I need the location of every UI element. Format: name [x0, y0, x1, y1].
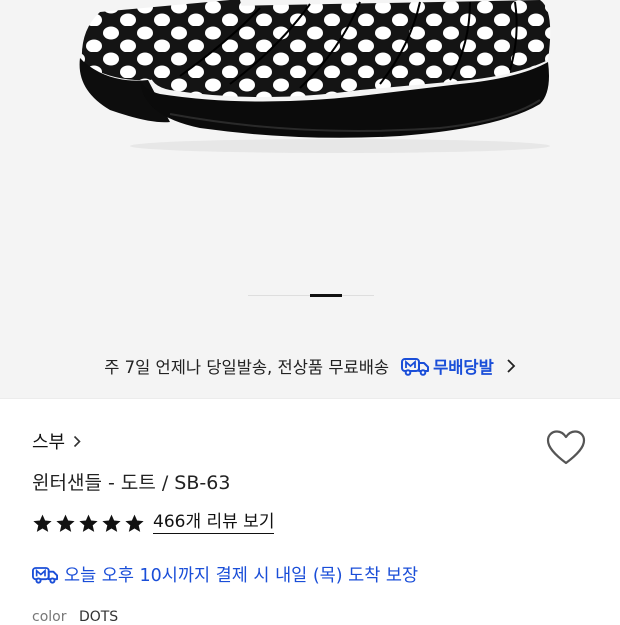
option-label: color — [32, 609, 67, 625]
truck-icon — [401, 358, 430, 376]
star-icon — [56, 514, 75, 532]
delivery-banner-text: 주 7일 언제나 당일발송, 전상품 무료배송 — [104, 358, 390, 377]
review-link[interactable]: 466개 리뷰 보기 — [153, 512, 275, 534]
product-image — [79, 0, 551, 153]
star-icon — [125, 514, 144, 532]
truck-icon — [32, 567, 58, 584]
star-icon — [33, 514, 52, 532]
chevron-right-icon — [507, 359, 516, 373]
chevron-right-icon — [74, 435, 81, 447]
wishlist-heart-icon[interactable] — [546, 430, 586, 466]
carousel-indicator-active — [310, 294, 342, 297]
brand-name: 스부 — [32, 432, 66, 453]
section-divider — [0, 398, 620, 399]
arrival-text: 오늘 오후 10시까지 결제 시 내일 (목) 도착 보장 — [64, 566, 419, 586]
free-delivery-badge-label: 무배당발 — [433, 358, 494, 377]
brand-link[interactable]: 스부 — [32, 428, 81, 454]
rating-row[interactable]: 466개 리뷰 보기 — [32, 512, 275, 534]
product-image-carousel[interactable]: 주 7일 언제나 당일발송, 전상품 무료배송 무배당발 — [0, 0, 620, 398]
product-title: 윈터샌들 - 도트 / SB-63 — [32, 472, 231, 494]
option-value: DOTS — [78, 609, 119, 625]
star-icon — [79, 514, 98, 532]
star-icon — [102, 514, 121, 532]
carousel-indicator[interactable] — [248, 294, 374, 297]
delivery-banner[interactable]: 주 7일 언제나 당일발송, 전상품 무료배송 무배당발 — [0, 350, 620, 382]
rating-stars — [32, 513, 145, 534]
arrival-guarantee: 오늘 오후 10시까지 결제 시 내일 (목) 도착 보장 — [32, 562, 418, 587]
option-row: color DOTS — [32, 609, 118, 625]
